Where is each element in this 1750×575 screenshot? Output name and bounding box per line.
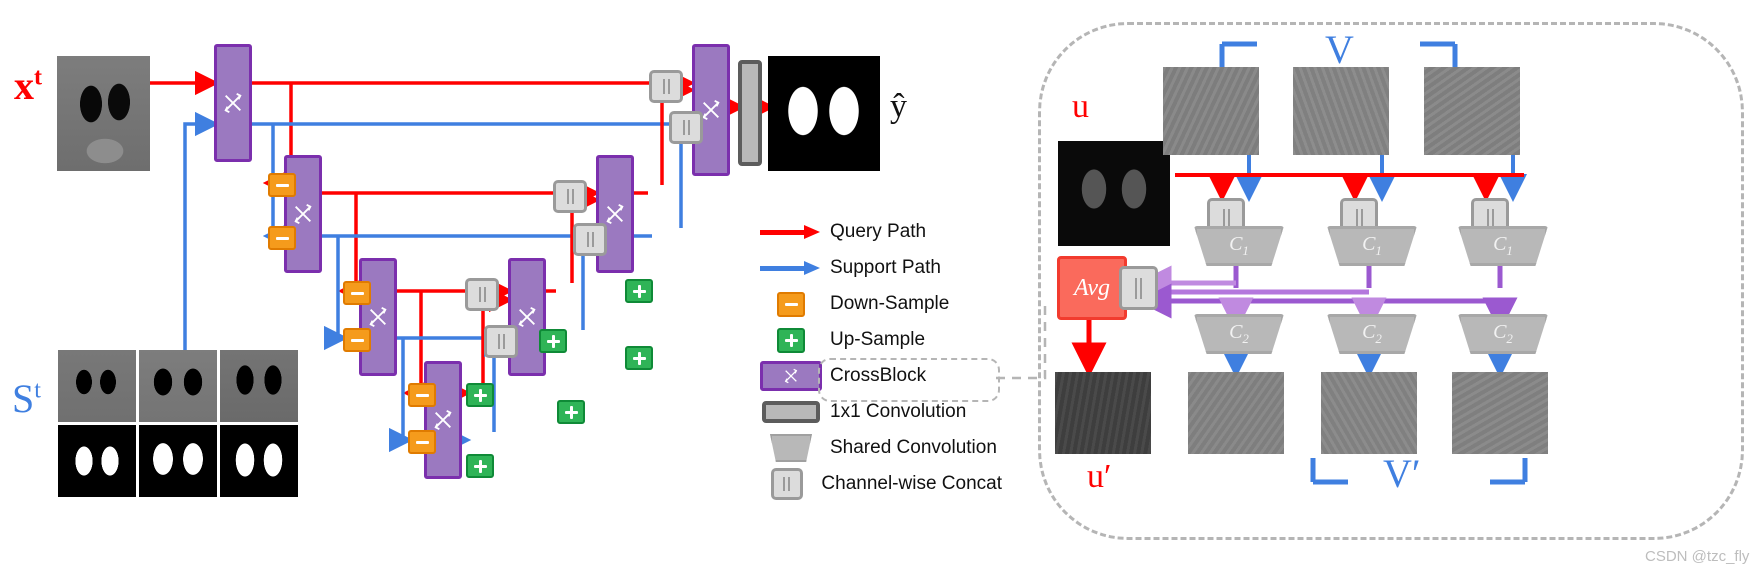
support-feature-3 [1424,67,1520,155]
avg-block[interactable]: Avg [1057,256,1127,320]
concat-dec3-support[interactable] [484,325,518,358]
up-sample-dec2-query[interactable] [625,279,653,303]
cross-arrows-icon [367,306,389,328]
legend-label: 1x1 Convolution [830,401,967,422]
crossblock-dec-3[interactable] [508,258,546,376]
support-out-3 [1452,372,1548,454]
crossblock-callout-box [818,358,1000,402]
legend-item-shared-conv: Shared Convolution [752,430,1002,466]
legend-label: Shared Convolution [830,437,997,458]
shared-conv-c1-branch-2[interactable]: C1 [1327,226,1417,266]
cross-arrows-icon [292,203,314,225]
up-sample-bottleneck-query[interactable] [466,383,494,407]
legend-item-down-sample: Down-Sample [752,286,1002,322]
up-sample-icon [777,327,805,353]
down-sample-enc1-query[interactable] [268,173,296,197]
shared-conv-c2-branch-2[interactable]: C2 [1327,314,1417,354]
crossblock-enc-3[interactable] [359,258,397,376]
legend-label: Channel-wise Concat [821,473,1002,494]
up-sample-bottleneck-support[interactable] [466,454,494,478]
support-out-1 [1188,372,1284,454]
up-sample-dec2-support[interactable] [625,346,653,370]
cross-arrows-icon [604,203,626,225]
concat-dec2-support[interactable] [573,223,607,256]
support-image-grid [58,350,298,500]
cross-arrows-icon [432,409,454,431]
crossblock-bottleneck[interactable] [424,361,462,479]
query-input-label: xt [14,63,42,108]
support-input-label: St [12,376,41,421]
concat-dec3-query[interactable] [465,278,499,311]
legend-item-support-path: Support Path [752,250,1002,286]
query-arrow-icon [760,225,822,239]
concat-dec1-support[interactable] [669,111,703,144]
legend-label: Query Path [830,221,927,242]
up-sample-dec3-support[interactable] [557,400,585,424]
support-ct-3 [220,350,298,422]
concat-avg-input[interactable] [1119,266,1158,310]
query-output-map [1055,372,1151,454]
legend-item-channel-concat: Channel-wise Concat [752,466,1002,502]
concat-dec2-query[interactable] [553,180,587,213]
channel-concat-icon [770,468,803,500]
support-feature-1 [1163,67,1259,155]
support-arrow-icon [760,261,822,275]
channel-concat-icon [662,79,670,94]
channel-concat-icon [497,334,505,349]
query-output-label: u′ [1087,458,1112,495]
down-sample-enc1-support[interactable] [268,226,296,250]
output-label: ŷ [890,88,907,125]
down-sample-enc3-support[interactable] [408,430,436,454]
channel-concat-icon [586,232,594,247]
one-by-one-conv-icon [762,401,820,423]
cross-arrows-icon [700,99,722,121]
down-sample-icon [777,291,805,317]
concat-dec1-query[interactable] [649,70,683,103]
support-mask-3 [220,425,298,497]
query-feature-map [1058,141,1170,246]
legend-label: Support Path [830,257,941,278]
channel-concat-icon [566,189,574,204]
shared-conv-c2-branch-3[interactable]: C2 [1458,314,1548,354]
support-feature-label: V [1325,27,1354,72]
support-mask-2 [139,425,217,497]
legend-item-query-path: Query Path [752,214,1002,250]
legend-label: Up-Sample [830,329,926,350]
shared-conv-c2-branch-1[interactable]: C2 [1194,314,1284,354]
support-ct-1 [58,350,136,422]
legend-label: Down-Sample [830,293,950,314]
up-sample-dec3-query[interactable] [539,329,567,353]
predicted-lung-mask [768,56,880,171]
legend-item-up-sample: Up-Sample [752,322,1002,358]
channel-concat-icon [1486,208,1494,228]
support-output-label: V′ [1383,451,1421,496]
shared-conv-c1-branch-3[interactable]: C1 [1458,226,1548,266]
down-sample-enc3-query[interactable] [408,383,436,407]
shared-conv-c1-branch-1[interactable]: C1 [1194,226,1284,266]
cross-arrows-icon [516,306,538,328]
channel-concat-icon [1355,208,1363,228]
shared-conv-icon [770,434,812,462]
crossblock-dec-1[interactable] [692,44,730,176]
query-ct-image [57,56,150,171]
crossblock-enc-1[interactable] [214,44,252,162]
support-ct-2 [139,350,217,422]
support-out-2 [1321,372,1417,454]
watermark: CSDN @tzc_fly [1645,548,1750,565]
cross-arrows-icon [222,92,244,114]
channel-concat-icon [1222,208,1230,228]
crossblock-icon [760,361,822,391]
down-sample-enc2-query[interactable] [343,281,371,305]
channel-concat-icon [478,287,486,302]
channel-concat-icon [682,120,690,135]
query-feature-label: u [1072,88,1089,125]
down-sample-enc2-support[interactable] [343,328,371,352]
support-feature-2 [1293,67,1389,155]
channel-concat-icon [1135,277,1142,299]
support-mask-1 [58,425,136,497]
one-by-one-convolution-block[interactable] [738,60,762,166]
